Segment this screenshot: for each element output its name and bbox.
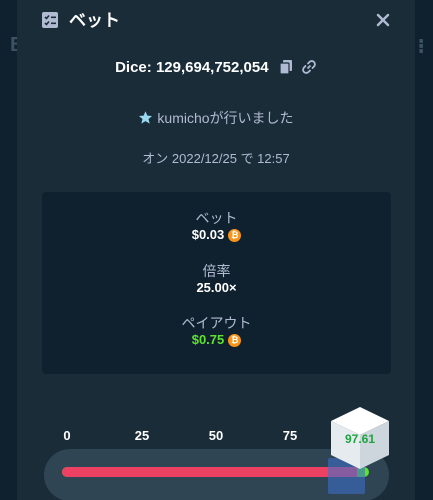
bet-amount-value: $0.03 <box>191 227 225 242</box>
scale-tick-75: 75 <box>282 428 298 443</box>
bet-amount-stat: ベット $0.03 ₿ <box>42 209 391 243</box>
bet-date: オン 2022/12/25 で 12:57 <box>142 151 290 166</box>
background-dots-fragment: ⁝ <box>417 36 425 58</box>
placed-by-row: kumichoが行いました <box>17 109 415 129</box>
close-button[interactable] <box>371 8 395 32</box>
placed-by-suffix: が行いました <box>209 110 294 126</box>
bet-details-modal: ベット Dice: 129,694,752,054 kumichoが行いました … <box>17 0 415 500</box>
bitcoin-icon: ₿ <box>228 228 242 242</box>
bet-stats-panel: ベット $0.03 ₿ 倍率 25.00× ペイアウト $0.75 ₿ <box>42 192 391 374</box>
multiplier-value: 25.00× <box>196 280 237 295</box>
modal-header: ベット <box>41 10 391 32</box>
close-icon <box>376 13 390 27</box>
dice-slider-track <box>62 467 369 477</box>
multiplier-label: 倍率 <box>202 263 231 279</box>
game-id-row: Dice: 129,694,752,054 <box>17 58 415 81</box>
result-value: 97.61 <box>344 432 376 446</box>
slider-lose-zone <box>62 467 357 477</box>
game-id: Dice: 129,694,752,054 <box>115 59 269 76</box>
copy-icon[interactable] <box>279 59 293 81</box>
scale-tick-50: 50 <box>208 428 224 443</box>
scale-tick-0: 0 <box>63 428 71 443</box>
link-icon[interactable] <box>301 59 317 81</box>
receipt-icon <box>41 11 59 29</box>
multiplier-stat: 倍率 25.00× <box>42 262 391 296</box>
payout-stat: ペイアウト $0.75 ₿ <box>42 314 391 348</box>
scale-tick-25: 25 <box>134 428 150 443</box>
bet-amount-label: ベット <box>195 210 238 226</box>
star-icon <box>138 110 153 129</box>
payout-label: ペイアウト <box>181 315 252 331</box>
payout-value: $0.75 <box>191 332 225 347</box>
modal-title: ベット <box>69 11 120 30</box>
username[interactable]: kumicho <box>157 110 209 126</box>
bitcoin-icon: ₿ <box>228 333 242 347</box>
